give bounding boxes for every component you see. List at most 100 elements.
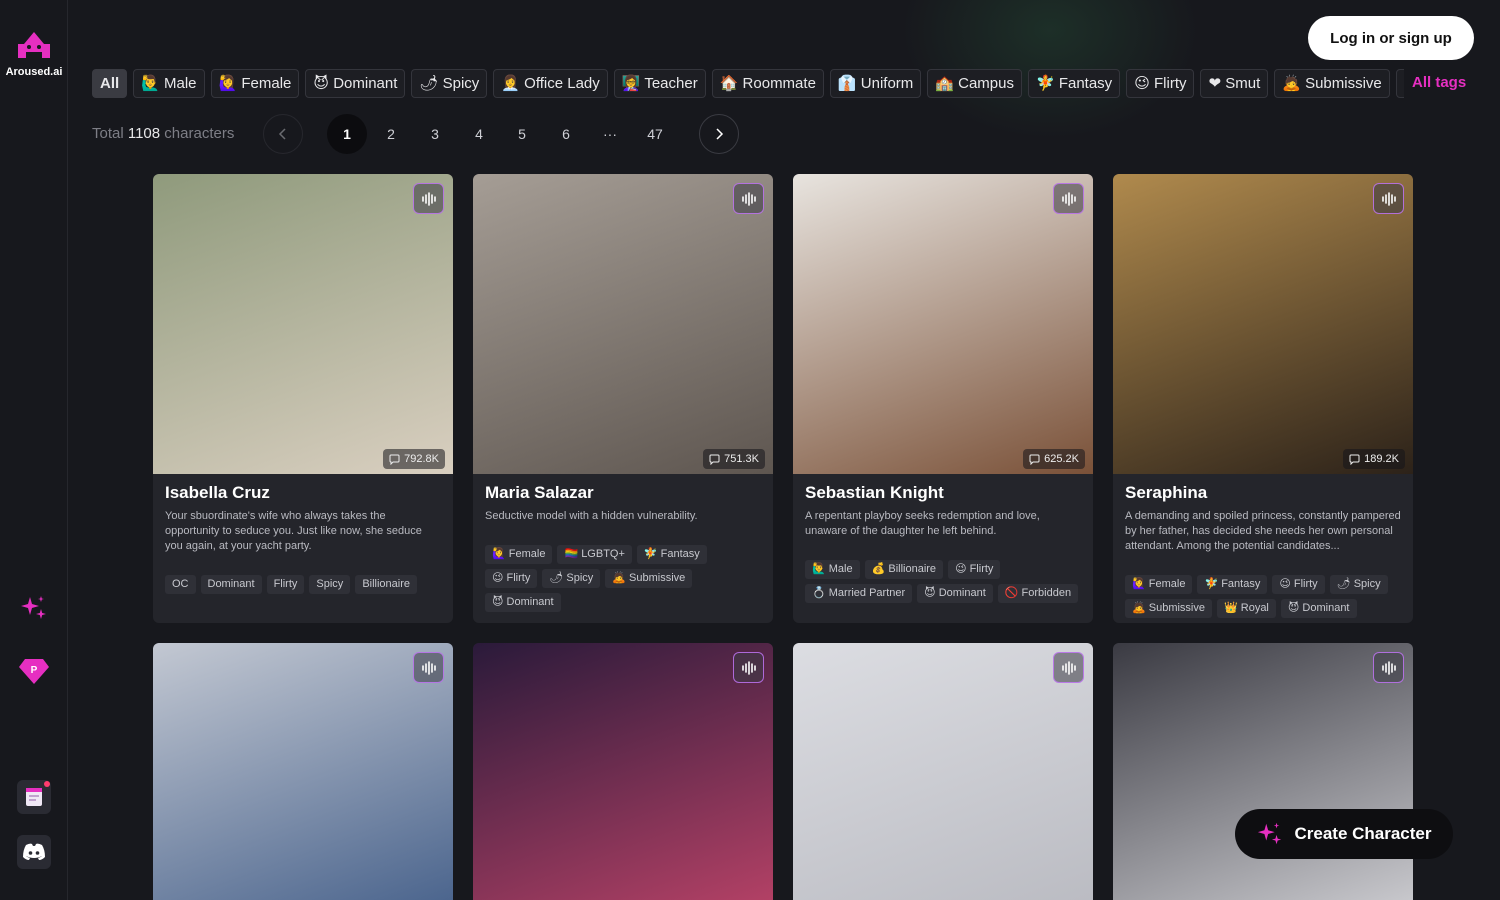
character-card[interactable]: 189.2K Seraphina A demanding and spoiled p…	[1113, 174, 1413, 623]
character-tag[interactable]: 😉 Flirty	[1272, 575, 1325, 594]
login-signup-button[interactable]: Log in or sign up	[1308, 16, 1474, 60]
voice-preview-button[interactable]	[1053, 183, 1084, 214]
page-button-1[interactable]: 1	[327, 114, 367, 154]
voice-preview-button[interactable]	[1373, 183, 1404, 214]
sparkle-icon	[21, 596, 46, 619]
character-tag[interactable]: 😉 Flirty	[948, 560, 1001, 579]
character-name: Maria Salazar	[485, 483, 594, 502]
tag-all[interactable]: All	[92, 69, 128, 98]
character-portrait	[1113, 174, 1413, 474]
character-name: Isabella Cruz	[165, 483, 270, 502]
character-name: Seraphina	[1125, 483, 1208, 502]
character-card[interactable]	[793, 643, 1093, 900]
character-tag[interactable]: OC	[165, 575, 196, 594]
character-tag[interactable]: 🧚 Fantasy	[636, 545, 707, 564]
page-ellipsis[interactable]: ···	[590, 114, 630, 154]
character-tag[interactable]: Billionaire	[355, 575, 418, 594]
voice-preview-button[interactable]	[413, 183, 444, 214]
character-tag[interactable]: 💰 Billionaire	[864, 560, 944, 579]
chat-count-badge: 625.2K	[1023, 449, 1085, 469]
character-tag[interactable]: 🙇 Submissive	[1125, 599, 1212, 618]
voice-preview-button[interactable]	[413, 652, 444, 683]
character-portrait	[153, 174, 453, 474]
prev-page-button[interactable]	[263, 114, 303, 154]
page-button-6[interactable]: 6	[546, 114, 586, 154]
tag-teacher[interactable]: 👩‍🏫 Teacher	[613, 69, 706, 98]
tag-non-human[interactable]: 👽 Non-human	[1395, 69, 1404, 98]
character-tag[interactable]: Flirty	[266, 575, 305, 594]
tag-spicy[interactable]: 🌶 Spicy	[411, 69, 488, 98]
character-tags: OC Dominant Flirty Spicy Billionaire	[165, 574, 445, 598]
tag-submissive[interactable]: 🙇 Submissive	[1274, 69, 1390, 98]
create-character-label: Create Character	[1294, 824, 1432, 843]
tag-flirty[interactable]: 😉 Flirty	[1126, 69, 1195, 98]
character-tag[interactable]: 😈 Dominant	[917, 584, 993, 603]
next-page-button[interactable]	[699, 114, 739, 154]
waveform-icon	[741, 660, 756, 675]
character-tag[interactable]: 🙋‍♀️ Female	[1125, 575, 1193, 594]
waveform-icon	[421, 660, 436, 675]
character-portrait	[153, 643, 453, 900]
premium-nav-button[interactable]: P	[17, 654, 51, 688]
character-portrait	[793, 174, 1093, 474]
character-tag[interactable]: 🌶 Spicy	[542, 569, 601, 588]
brand-logo[interactable]: Aroused.ai	[0, 30, 68, 78]
page-button-last[interactable]: 47	[635, 114, 675, 154]
chat-count: 792.8K	[404, 453, 439, 465]
waveform-icon	[1381, 660, 1396, 675]
character-card[interactable]	[473, 643, 773, 900]
discord-button[interactable]	[17, 835, 51, 869]
voice-preview-button[interactable]	[733, 652, 764, 683]
character-tag[interactable]: 💍 Married Partner	[805, 584, 913, 603]
character-description: A demanding and spoiled princess, consta…	[1125, 510, 1401, 552]
page-button-4[interactable]: 4	[459, 114, 499, 154]
voice-preview-button[interactable]	[733, 183, 764, 214]
character-tag[interactable]: 🏳️‍🌈 LGBTQ+	[557, 545, 632, 564]
tag-filter-bar: All 🙋‍♂️ Male 🙋‍♀️ Female 😈 Dominant 🌶 Spicy…	[92, 69, 1404, 98]
tag-male[interactable]: 🙋‍♂️ Male	[133, 69, 205, 98]
tag-campus[interactable]: 🏫 Campus	[927, 69, 1022, 98]
notes-nav-button[interactable]	[17, 780, 51, 814]
voice-preview-button[interactable]	[1053, 652, 1084, 683]
tag-smut[interactable]: ❤ Smut	[1200, 69, 1269, 98]
character-tag[interactable]: 😈 Dominant	[485, 593, 561, 612]
tag-dominant[interactable]: 😈 Dominant	[305, 69, 406, 98]
character-tag[interactable]: 🙋‍♂️ Male	[805, 560, 860, 579]
character-portrait	[473, 174, 773, 474]
character-card[interactable]: 792.8K Isabella Cruz Your sbuordinate's wi…	[153, 174, 453, 623]
character-card[interactable]	[153, 643, 453, 900]
character-tag[interactable]: 😈 Dominant	[1280, 599, 1357, 618]
character-tag[interactable]: Spicy	[309, 575, 351, 594]
character-card[interactable]	[1113, 643, 1413, 900]
character-card[interactable]: 625.2K Sebastian Knight A repentant playbo…	[793, 174, 1093, 623]
character-tag[interactable]: 🚫 Forbidden	[997, 584, 1079, 603]
create-character-button[interactable]: Create Character	[1235, 809, 1453, 859]
sparkle-nav-button[interactable]	[17, 591, 51, 625]
sparkle-icon	[1258, 822, 1282, 845]
character-tag[interactable]: 🧚 Fantasy	[1197, 575, 1268, 594]
character-tag[interactable]: 🙇 Submissive	[605, 569, 693, 588]
page-button-2[interactable]: 2	[371, 114, 411, 154]
waveform-icon	[1381, 191, 1396, 206]
character-card[interactable]: 751.3K Maria Salazar Seductive model with …	[473, 174, 773, 623]
character-tag[interactable]: 😉 Flirty	[485, 569, 538, 588]
tag-fantasy[interactable]: 🧚 Fantasy	[1027, 69, 1121, 98]
tag-uniform[interactable]: 👔 Uniform	[829, 69, 922, 98]
character-tag[interactable]: Dominant	[200, 575, 262, 594]
page-button-3[interactable]: 3	[415, 114, 455, 154]
tag-office-lady[interactable]: 👩‍💼 Office Lady	[493, 69, 608, 98]
notepad-icon	[26, 788, 42, 806]
character-tag[interactable]: 🌶 Spicy	[1329, 575, 1388, 594]
chat-bubble-icon	[709, 454, 720, 465]
character-tag[interactable]: 🙋‍♀️ Female	[485, 545, 553, 564]
page-button-5[interactable]: 5	[502, 114, 542, 154]
tag-roommate[interactable]: 🏠 Roommate	[711, 69, 824, 98]
character-tag[interactable]: 👑 Royal	[1217, 599, 1276, 618]
chat-count: 625.2K	[1044, 453, 1079, 465]
brand-name: Aroused.ai	[5, 66, 63, 78]
chat-count-badge: 751.3K	[703, 449, 765, 469]
all-tags-link[interactable]: All tags	[1412, 74, 1466, 91]
tag-female[interactable]: 🙋‍♀️ Female	[210, 69, 300, 98]
chat-bubble-icon	[1349, 454, 1360, 465]
voice-preview-button[interactable]	[1373, 652, 1404, 683]
